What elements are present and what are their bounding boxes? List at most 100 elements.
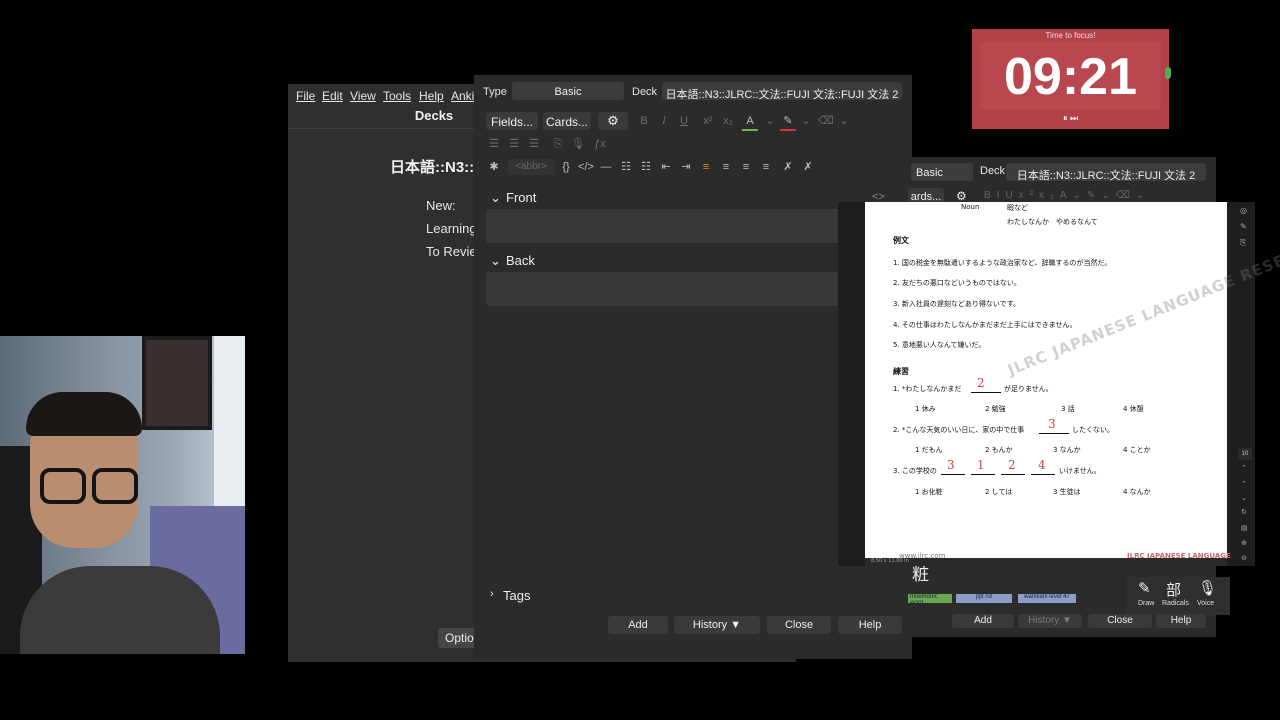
hair <box>26 392 142 436</box>
type-selector[interactable]: Basic <box>911 163 973 181</box>
back-field-input[interactable] <box>486 272 850 306</box>
pdf-page[interactable]: Noun 暇など わたしなんか やめるなんて 例文 1. 国の税金を無駄遣いする… <box>865 202 1280 566</box>
align-left-icon[interactable]: ≡ <box>718 159 734 175</box>
chevron-down-icon[interactable]: ⌄ <box>490 253 501 269</box>
superscript-icon[interactable]: x² <box>700 113 716 129</box>
help-button[interactable]: Help <box>1156 614 1206 628</box>
chevron-down-icon[interactable]: ⌄ <box>836 113 852 129</box>
edit-icon[interactable]: ✎ <box>1240 222 1247 231</box>
pdf-option: 1 休み <box>915 405 936 413</box>
ordered-list-icon[interactable]: ☷ <box>638 159 654 175</box>
radicals-icon[interactable]: 部 <box>1166 579 1181 600</box>
pdf-example: 5. 意地悪い人なんて嫌いだ。 <box>893 341 986 349</box>
help-button[interactable]: Help <box>838 616 902 634</box>
clear-icon[interactable]: ✱ <box>486 159 502 175</box>
tag-mnemonic[interactable]: mnemonic word <box>908 594 952 603</box>
abbr-button[interactable]: <abbr> <box>508 159 554 175</box>
text-color-icon[interactable]: A <box>742 113 758 131</box>
webcam-feed <box>0 336 245 654</box>
chevron-down-icon[interactable]: ⌄ <box>490 190 501 206</box>
microphone-icon[interactable]: 🎙 <box>1198 579 1217 597</box>
pdf-option: 3 生徒は <box>1053 488 1081 496</box>
deck-selector[interactable]: 日本語::N3::JLRC::文法::FUJI 文法::FUJI 文法 2 <box>662 82 902 100</box>
close-button[interactable]: Close <box>767 616 831 634</box>
refresh-icon[interactable]: ↻ <box>1241 508 1247 516</box>
close-button[interactable]: Close <box>1088 614 1152 628</box>
zoom-out-icon[interactable]: ⊖ <box>1241 554 1247 562</box>
pdf-answer-3: 3 <box>947 458 955 472</box>
pdf-noun: Noun <box>961 203 980 211</box>
menu-view[interactable]: View <box>350 89 376 103</box>
indent-icon[interactable]: ⇥ <box>678 159 694 175</box>
cards-button[interactable]: Cards... <box>543 112 591 130</box>
document-icon[interactable]: ▤ <box>1241 524 1248 532</box>
pdf-option: 4 ことか <box>1123 446 1151 454</box>
history-button[interactable]: History ▼ <box>674 616 760 634</box>
underline-icon[interactable]: U <box>676 113 692 129</box>
front-field-input[interactable] <box>486 209 850 243</box>
history-button[interactable]: History ▼ <box>1018 614 1082 628</box>
stat-new: New: <box>426 198 456 213</box>
script-clear-icon[interactable]: ✗ <box>800 159 816 175</box>
chevron-up-icon[interactable]: ⌃ <box>1241 464 1247 472</box>
list-icon[interactable]: ☰ <box>486 136 502 152</box>
script-icon[interactable]: ✗ <box>780 159 796 175</box>
menu-anki[interactable]: Anki <box>451 89 474 103</box>
back-field-label: Back <box>506 253 535 268</box>
gear-button[interactable]: ⚙ <box>598 112 628 130</box>
timer-controls[interactable]: ⏸ ⏭ <box>972 113 1169 124</box>
microphone-icon[interactable]: 🎙 <box>570 136 586 152</box>
hr-icon[interactable]: — <box>598 159 614 175</box>
tool-palette: ✎ 部 🎙 Draw Radicals Voice <box>1126 577 1230 615</box>
numbered-list-icon[interactable]: ☰ <box>506 136 522 152</box>
zoom-in-icon[interactable]: ⊕ <box>1241 539 1247 547</box>
menu-file[interactable]: File <box>296 89 315 103</box>
settings-icon[interactable]: ◎ <box>1240 206 1247 215</box>
add-button[interactable]: Add <box>608 616 668 634</box>
pdf-blank-line <box>941 474 965 475</box>
chevron-down-icon[interactable]: ⌄ <box>798 113 814 129</box>
pdf-option: 4 休憩 <box>1123 405 1144 413</box>
chevron-right-icon[interactable]: › <box>490 588 494 600</box>
align-center-icon[interactable]: ≡ <box>698 159 714 175</box>
highlight-icon[interactable]: ✎ <box>780 113 796 131</box>
subscript-icon[interactable]: x₂ <box>720 113 736 129</box>
gear-icon[interactable]: ⚙ <box>956 189 967 203</box>
copy-icon[interactable]: ⎘ <box>1240 238 1246 248</box>
attach-icon[interactable]: ⎘ <box>550 136 566 152</box>
pdf-blank-line <box>971 474 995 475</box>
bold-icon[interactable]: B <box>636 113 652 129</box>
bullet-list-icon[interactable]: ☷ <box>618 159 634 175</box>
menu-edit[interactable]: Edit <box>322 89 343 103</box>
tags-label[interactable]: Tags <box>503 588 530 603</box>
chevron-up-icon[interactable]: ⌃ <box>1241 480 1247 488</box>
focus-timer: Time to focus! 09:21 ⏸ ⏭ <box>972 29 1171 129</box>
tag-jlpt[interactable]: jlpt n3 <box>956 594 1012 603</box>
draw-icon[interactable]: ✎ <box>1138 579 1151 597</box>
pdf-option: 2 もんか <box>985 446 1013 454</box>
align-icon[interactable]: ☰ <box>526 136 542 152</box>
pdf-watermark: JLRC JAPANESE LANGUAGE RESEARCH CENTER <box>1005 203 1280 380</box>
outdent-icon[interactable]: ⇤ <box>658 159 674 175</box>
braces-icon[interactable]: {} <box>558 159 574 175</box>
italic-icon[interactable]: I <box>656 113 672 129</box>
eraser-icon[interactable]: ⌫ <box>818 113 834 129</box>
chevron-down-icon[interactable]: ⌄ <box>1241 494 1247 502</box>
format-toolbar[interactable]: BIUx²x₂A⌄✎⌄⌫⌄ <box>984 190 1150 201</box>
justify-icon[interactable]: ≡ <box>758 159 774 175</box>
menu-help[interactable]: Help <box>419 89 444 103</box>
formula-icon[interactable]: ƒx <box>592 136 608 152</box>
page-number[interactable]: 10 <box>1238 448 1252 460</box>
add-button[interactable]: Add <box>952 614 1014 628</box>
menu-tools[interactable]: Tools <box>383 89 411 103</box>
pdf-section-practice: 練習 <box>893 367 909 376</box>
fields-button[interactable]: Fields... <box>486 112 538 130</box>
chevron-down-icon[interactable]: ⌄ <box>762 113 778 129</box>
align-right-icon[interactable]: ≡ <box>738 159 754 175</box>
stat-learning: Learning <box>426 221 477 236</box>
pdf-blank-line <box>1031 474 1055 475</box>
code-icon[interactable]: </> <box>578 159 594 175</box>
tag-wanikani[interactable]: wanikani level 47 <box>1018 594 1076 603</box>
type-selector[interactable]: Basic <box>512 82 624 100</box>
deck-selector[interactable]: 日本語::N3::JLRC::文法::FUJI 文法 2 <box>1006 163 1206 181</box>
